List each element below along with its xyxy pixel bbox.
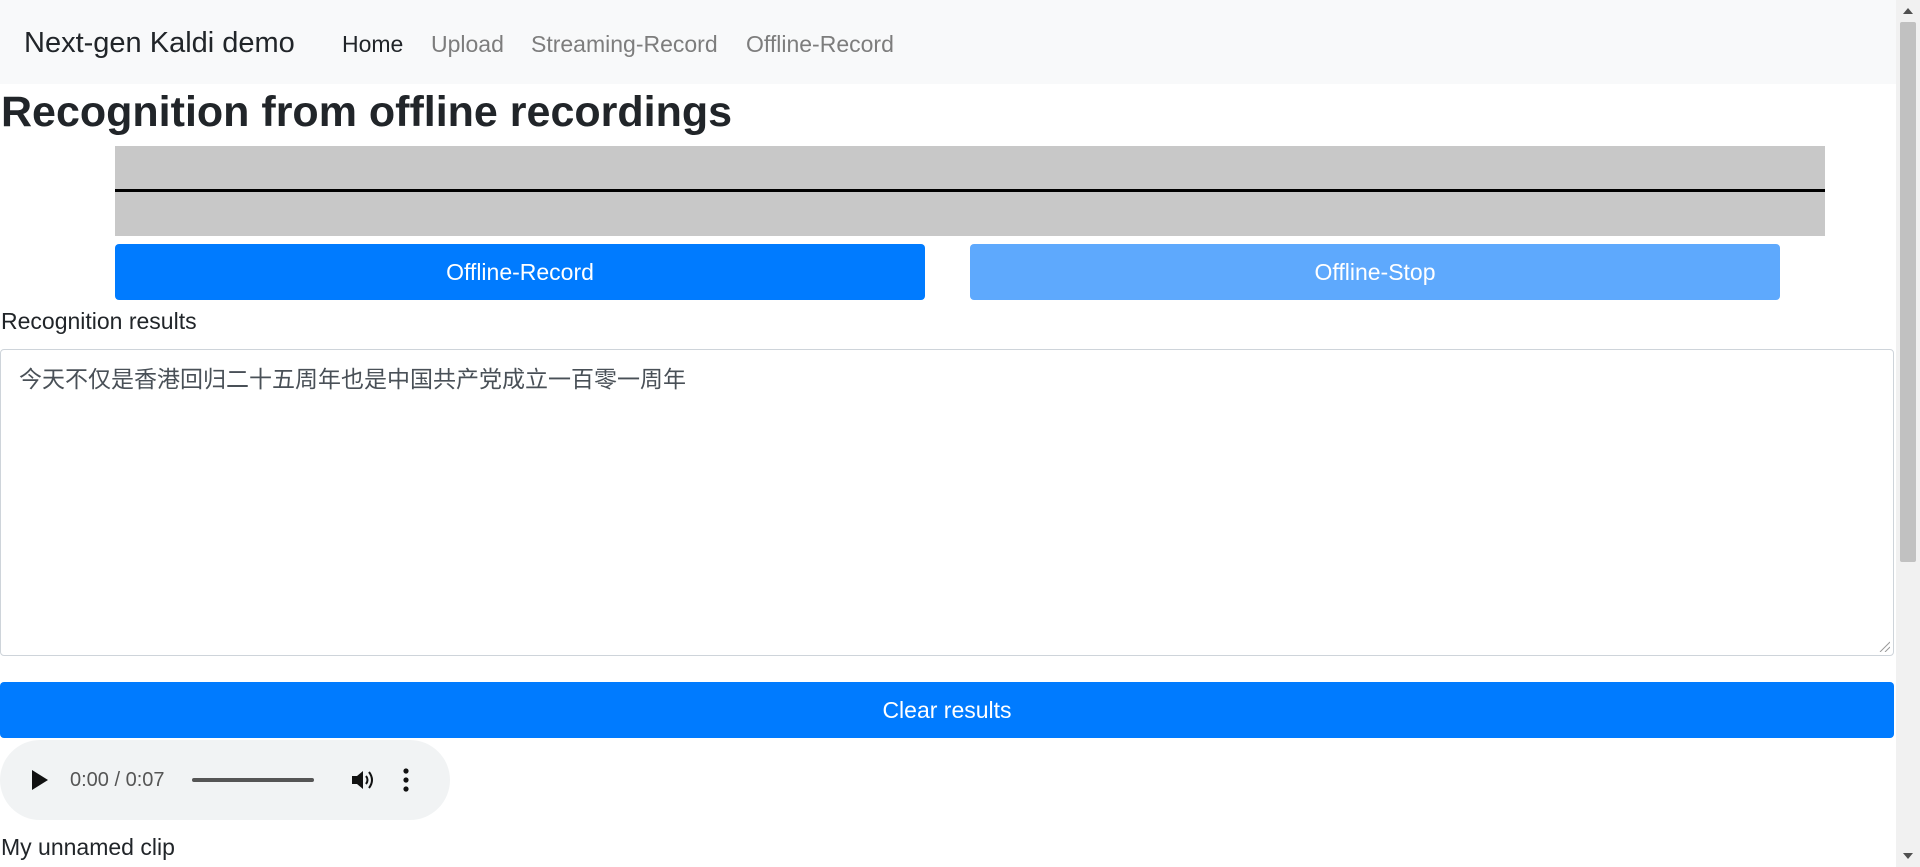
offline-record-button[interactable]: Offline-Record	[115, 244, 925, 300]
waveform-visualizer	[115, 146, 1825, 236]
nav-item-home[interactable]: Home	[342, 29, 403, 59]
results-text: 今天不仅是香港回归二十五周年也是中国共产党成立一百零一周年	[19, 367, 686, 393]
results-textarea[interactable]: 今天不仅是香港回归二十五周年也是中国共产党成立一百零一周年	[0, 349, 1894, 656]
clip-name: My unnamed clip	[1, 834, 175, 860]
nav-item-offline-record[interactable]: Offline-Record	[746, 29, 894, 59]
audio-time: 0:00 / 0:07	[70, 769, 165, 791]
offline-stop-button[interactable]: Offline-Stop	[970, 244, 1780, 300]
resize-grip-icon[interactable]	[1878, 640, 1890, 652]
waveform-line	[115, 189, 1825, 192]
scrollbar-thumb[interactable]	[1900, 22, 1916, 562]
scroll-up-arrow-icon[interactable]	[1903, 8, 1913, 14]
audio-progress-slider[interactable]	[192, 778, 314, 782]
page-scrollbar[interactable]	[1896, 0, 1920, 867]
clear-results-button[interactable]: Clear results	[0, 682, 1894, 738]
navbar: Next-gen Kaldi demo Home Upload Streamin…	[0, 0, 1896, 84]
audio-player[interactable]: 0:00 / 0:07	[0, 740, 450, 820]
nav-item-streaming-record[interactable]: Streaming-Record	[531, 29, 718, 59]
page: Next-gen Kaldi demo Home Upload Streamin…	[0, 0, 1896, 867]
page-title: Recognition from offline recordings	[1, 88, 733, 136]
volume-icon[interactable]	[350, 768, 376, 792]
nav-item-upload[interactable]: Upload	[431, 29, 504, 59]
more-vertical-icon[interactable]	[402, 766, 410, 794]
play-icon[interactable]	[32, 770, 48, 790]
results-label: Recognition results	[1, 308, 197, 334]
scroll-down-arrow-icon[interactable]	[1903, 853, 1913, 859]
navbar-brand[interactable]: Next-gen Kaldi demo	[24, 26, 295, 60]
